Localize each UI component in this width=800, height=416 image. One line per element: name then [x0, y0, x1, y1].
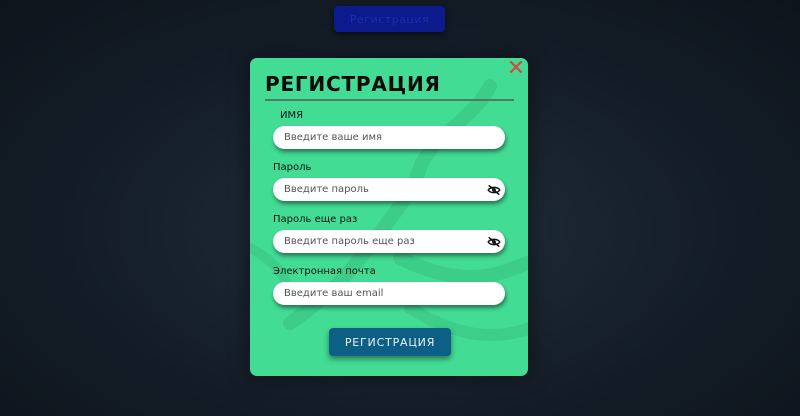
email-input[interactable]	[273, 282, 505, 305]
eye-slash-icon[interactable]	[487, 236, 501, 248]
name-input[interactable]	[273, 126, 505, 149]
registration-modal: РЕГИСТРАЦИЯ ✕ ИМЯ Пароль Пароль еще раз …	[250, 58, 528, 376]
email-label: Электронная почта	[273, 266, 376, 277]
password-repeat-input[interactable]	[273, 230, 505, 253]
register-submit-button[interactable]: РЕГИСТРАЦИЯ	[329, 328, 451, 356]
title-divider	[265, 99, 514, 101]
close-icon[interactable]: ✕	[506, 58, 526, 80]
name-label: ИМЯ	[280, 110, 304, 121]
password-label: Пароль	[273, 162, 312, 173]
open-registration-button[interactable]: Регистрация	[334, 6, 445, 32]
password-repeat-label: Пароль еще раз	[273, 214, 358, 225]
password-input[interactable]	[273, 178, 505, 201]
modal-title: РЕГИСТРАЦИЯ	[265, 72, 441, 96]
eye-slash-icon[interactable]	[487, 184, 501, 196]
